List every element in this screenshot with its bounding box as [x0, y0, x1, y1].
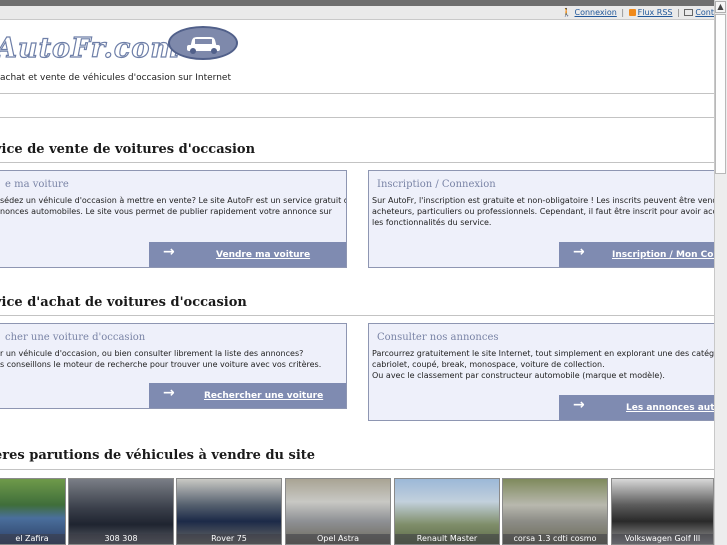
divider: [0, 93, 714, 94]
arrow-right-icon: →: [573, 244, 585, 260]
box-description: r un véhicule d'occasion, ou bien consul…: [0, 348, 321, 370]
box-text-line: cabriolet, coupé, break, monospace, voit…: [372, 360, 605, 369]
section-title-achat: vice d'achat de voitures d'occasion: [0, 295, 247, 310]
box-text-line: r un véhicule d'occasion, ou bien consul…: [0, 349, 304, 358]
site-header: AutoFr.com achat et vente de véhicules d…: [0, 20, 714, 92]
scrollbar-thumb[interactable]: [715, 14, 726, 174]
section-title-vente: vice de vente de voitures d'occasion: [0, 142, 256, 157]
divider: [0, 469, 714, 470]
box-description: Sur AutoFr, l'inscription est gratuite e…: [372, 195, 718, 228]
box-consulter-annonces: Consulter nos annonces Parcourrez gratui…: [368, 323, 718, 421]
listing-thumbnail[interactable]: 308 308: [68, 478, 174, 545]
listing-thumbnail[interactable]: el Zafira: [0, 478, 66, 545]
rechercher-voiture-button[interactable]: → Rechercher une voiture: [149, 383, 346, 408]
divider: [0, 162, 714, 163]
separator: |: [621, 8, 625, 17]
box-text-line: Parcourrez gratuitement le site Internet…: [372, 349, 718, 358]
box-title: Inscription / Connexion: [377, 179, 496, 190]
vertical-scrollbar[interactable]: ▲: [714, 0, 727, 545]
listing-caption: Renault Master: [395, 534, 499, 544]
box-vendre-voiture: e ma voiture sédez un véhicule d'occasio…: [0, 170, 347, 268]
arrow-right-icon: →: [573, 397, 585, 413]
box-inscription: Inscription / Connexion Sur AutoFr, l'in…: [368, 170, 718, 268]
car-icon: [187, 37, 220, 54]
divider: [0, 315, 714, 316]
section-title-parutions: eres parutions de véhicules à vendre du …: [0, 448, 316, 463]
listing-thumbnail[interactable]: corsa 1.3 cdti cosmo: [502, 478, 608, 545]
box-text-line: Sur AutoFr, l'inscription est gratuite e…: [372, 196, 718, 205]
box-text-line: les fonctionnalités du service.: [372, 218, 492, 227]
listing-thumbnail[interactable]: Opel Astra: [285, 478, 391, 545]
connexion-link[interactable]: Connexion: [575, 8, 617, 17]
annonces-auto-link[interactable]: Les annonces auto: [626, 403, 717, 413]
listing-thumbnail[interactable]: Renault Master: [394, 478, 500, 545]
rss-icon: [628, 9, 636, 16]
box-title: e ma voiture: [5, 179, 69, 190]
listing-caption: Rover 75: [177, 534, 281, 544]
box-title: cher une voiture d'occasion: [5, 332, 146, 343]
recent-listings-strip: el Zafira 308 308 Rover 75 Opel Astra Re…: [0, 478, 714, 545]
person-icon: 🚶: [561, 8, 572, 17]
top-links-bar: 🚶 Connexion | Flux RSS | Cont: [0, 6, 714, 20]
box-description: Parcourrez gratuitement le site Internet…: [372, 348, 718, 381]
contact-link[interactable]: Cont: [695, 8, 714, 17]
annonces-auto-button[interactable]: → Les annonces auto: [559, 395, 717, 420]
box-text-line: s conseillons le moteur de recherche pou…: [0, 360, 322, 369]
separator: |: [677, 8, 680, 17]
vendre-voiture-button[interactable]: → Vendre ma voiture: [149, 242, 346, 267]
box-description: sédez un véhicule d'occasion à mettre en…: [0, 195, 347, 217]
inscription-link[interactable]: Inscription / Mon Comp: [612, 250, 717, 260]
box-text-line: acheteurs, particuliers ou professionnel…: [372, 207, 718, 216]
rss-link[interactable]: Flux RSS: [638, 8, 673, 17]
rechercher-voiture-link[interactable]: Rechercher une voiture: [204, 391, 323, 401]
mail-icon: [684, 9, 694, 16]
inscription-button[interactable]: → Inscription / Mon Comp: [559, 242, 717, 267]
arrow-right-icon: →: [163, 385, 175, 401]
listing-thumbnail[interactable]: Volkswagen Golf III: [611, 478, 714, 545]
box-text-line: nonces automobiles. Le site vous permet …: [0, 207, 332, 216]
listing-caption: 308 308: [69, 534, 173, 544]
divider: [0, 117, 714, 118]
box-text-line: Ou avec le classement par constructeur a…: [372, 371, 665, 380]
listing-caption: el Zafira: [0, 534, 65, 544]
listing-caption: Volkswagen Golf III: [612, 534, 713, 544]
listing-caption: Opel Astra: [286, 534, 390, 544]
box-title: Consulter nos annonces: [377, 332, 499, 343]
car-logo-icon[interactable]: [168, 26, 238, 60]
box-text-line: sédez un véhicule d'occasion à mettre en…: [0, 196, 347, 205]
arrow-right-icon: →: [163, 244, 175, 260]
box-rechercher-voiture: cher une voiture d'occasion r un véhicul…: [0, 323, 347, 409]
listing-caption: corsa 1.3 cdti cosmo: [503, 534, 607, 544]
vendre-voiture-link[interactable]: Vendre ma voiture: [216, 250, 310, 260]
site-tagline: achat et vente de véhicules d'occasion s…: [0, 73, 231, 83]
scroll-up-arrow-icon[interactable]: ▲: [715, 1, 726, 13]
listing-thumbnail[interactable]: Rover 75: [176, 478, 282, 545]
site-logo[interactable]: AutoFr.com: [0, 32, 180, 64]
